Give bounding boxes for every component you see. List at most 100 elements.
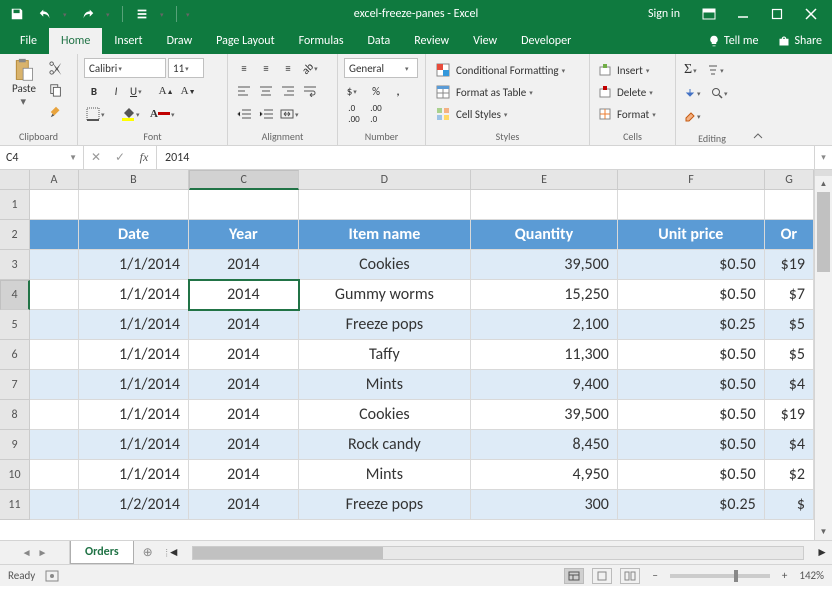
cell-price[interactable]: $0.50 bbox=[618, 430, 765, 460]
borders-button[interactable]: ▾ bbox=[84, 104, 111, 124]
cell-item[interactable]: Rock candy bbox=[299, 430, 471, 460]
cell-date[interactable]: 1/1/2014 bbox=[79, 400, 189, 430]
cell-qty[interactable]: 8,450 bbox=[471, 430, 618, 460]
select-all-corner[interactable] bbox=[0, 170, 30, 190]
table-header[interactable]: Quantity bbox=[471, 220, 618, 250]
align-middle-button[interactable]: ≡ bbox=[256, 58, 276, 78]
col-header-B[interactable]: B bbox=[79, 170, 189, 190]
col-header-F[interactable]: F bbox=[618, 170, 765, 190]
underline-button[interactable]: U▾ bbox=[128, 81, 148, 101]
ribbon-display-button[interactable] bbox=[694, 3, 724, 25]
scroll-right-button[interactable]: ► bbox=[816, 545, 828, 560]
cell-date[interactable]: 1/1/2014 bbox=[79, 250, 189, 280]
bold-button[interactable]: B bbox=[84, 81, 104, 101]
align-bottom-button[interactable]: ≡ bbox=[278, 58, 298, 78]
cell-price[interactable]: $0.25 bbox=[618, 310, 765, 340]
accounting-button[interactable]: $▾ bbox=[344, 81, 364, 101]
decrease-indent-button[interactable] bbox=[234, 104, 254, 124]
cell-ord[interactable]: $4 bbox=[765, 370, 814, 400]
row-header-4[interactable]: 4 bbox=[0, 280, 30, 310]
cell-price[interactable]: $0.50 bbox=[618, 280, 765, 310]
font-name-select[interactable]: Calibri▾ bbox=[84, 58, 166, 78]
cell-item[interactable]: Gummy worms bbox=[299, 280, 471, 310]
tab-view[interactable]: View bbox=[461, 28, 509, 54]
fill-color-button[interactable]: ▾ bbox=[119, 104, 146, 124]
cell-item[interactable]: Mints bbox=[299, 370, 471, 400]
zoom-slider[interactable] bbox=[670, 574, 770, 578]
col-header-A[interactable]: A bbox=[30, 170, 79, 190]
align-center-button[interactable] bbox=[256, 81, 276, 101]
cell-item[interactable]: Cookies bbox=[299, 250, 471, 280]
align-right-button[interactable] bbox=[278, 81, 298, 101]
number-format-select[interactable]: General▾ bbox=[344, 58, 418, 78]
format-painter-button[interactable] bbox=[46, 102, 66, 122]
cell-price[interactable]: $0.50 bbox=[618, 340, 765, 370]
cells-insert-button[interactable]: Insert▾ bbox=[596, 60, 669, 80]
row-header-10[interactable]: 10 bbox=[0, 460, 30, 490]
insert-function-button[interactable]: fx bbox=[132, 150, 156, 165]
cell[interactable] bbox=[30, 190, 79, 220]
cell-price[interactable]: $0.50 bbox=[618, 370, 765, 400]
col-header-E[interactable]: E bbox=[471, 170, 618, 190]
horizontal-scrollbar[interactable] bbox=[192, 546, 804, 560]
zoom-out-button[interactable]: − bbox=[648, 569, 661, 582]
align-top-button[interactable]: ≡ bbox=[234, 58, 254, 78]
cell-price[interactable]: $0.50 bbox=[618, 250, 765, 280]
col-header-C[interactable]: C bbox=[189, 170, 299, 190]
row-header-5[interactable]: 5 bbox=[0, 310, 30, 340]
cell-year[interactable]: 2014 bbox=[189, 370, 299, 400]
name-box[interactable]: C4 ▼ bbox=[0, 146, 84, 169]
cell-qty[interactable]: 39,500 bbox=[471, 400, 618, 430]
row-header-6[interactable]: 6 bbox=[0, 340, 30, 370]
cell-date[interactable]: 1/1/2014 bbox=[79, 280, 189, 310]
cell-year[interactable]: 2014 bbox=[189, 250, 299, 280]
cell-date[interactable]: 1/1/2014 bbox=[79, 430, 189, 460]
cell[interactable] bbox=[30, 220, 79, 250]
cell-ord[interactable]: $5 bbox=[765, 310, 814, 340]
expand-formula-bar-button[interactable]: ▾ bbox=[814, 146, 832, 169]
tab-page-layout[interactable]: Page Layout bbox=[204, 28, 286, 54]
cell-year[interactable]: 2014 bbox=[189, 310, 299, 340]
cell-date[interactable]: 1/1/2014 bbox=[79, 310, 189, 340]
cell-date[interactable]: 1/1/2014 bbox=[79, 370, 189, 400]
copy-button[interactable] bbox=[46, 80, 66, 100]
tab-formulas[interactable]: Formulas bbox=[287, 28, 356, 54]
tab-review[interactable]: Review bbox=[402, 28, 461, 54]
close-button[interactable] bbox=[796, 3, 826, 25]
qat-extra-button[interactable] bbox=[131, 3, 153, 25]
cell-item[interactable]: Freeze pops bbox=[299, 490, 471, 520]
cell[interactable] bbox=[189, 190, 299, 220]
hscroll-thumb[interactable] bbox=[193, 547, 383, 559]
cell[interactable] bbox=[30, 310, 79, 340]
tab-insert[interactable]: Insert bbox=[102, 28, 154, 54]
cell-ord[interactable]: $19 bbox=[765, 250, 814, 280]
macro-recorder-icon[interactable] bbox=[45, 570, 59, 582]
row-header-1[interactable]: 1 bbox=[0, 190, 30, 220]
merge-button[interactable]: ▾ bbox=[278, 104, 305, 124]
comma-button[interactable]: , bbox=[388, 81, 408, 101]
table-header[interactable]: Or bbox=[765, 220, 814, 250]
undo-dropdown-icon[interactable]: ▾ bbox=[63, 10, 71, 19]
increase-decimal-button[interactable]: .0.00 bbox=[344, 104, 364, 124]
col-header-G[interactable]: G bbox=[765, 170, 814, 190]
cell[interactable] bbox=[765, 190, 814, 220]
formula-bar-input[interactable]: 2014 bbox=[157, 146, 814, 169]
cell-date[interactable]: 1/1/2014 bbox=[79, 340, 189, 370]
cell-ord[interactable]: $5 bbox=[765, 340, 814, 370]
cell-price[interactable]: $0.25 bbox=[618, 490, 765, 520]
cell-qty[interactable]: 300 bbox=[471, 490, 618, 520]
row-header-11[interactable]: 11 bbox=[0, 490, 30, 520]
zoom-slider-thumb[interactable] bbox=[734, 570, 738, 582]
row-header-9[interactable]: 9 bbox=[0, 430, 30, 460]
cell-year[interactable]: 2014 bbox=[189, 280, 299, 310]
tell-me[interactable]: Tell me bbox=[698, 28, 769, 54]
clear-button[interactable]: ▾ bbox=[682, 106, 707, 126]
cell-qty[interactable]: 39,500 bbox=[471, 250, 618, 280]
cell[interactable] bbox=[79, 190, 189, 220]
paste-button[interactable]: Paste ▾ bbox=[6, 58, 42, 108]
cell-item[interactable]: Cookies bbox=[299, 400, 471, 430]
wrap-text-button[interactable] bbox=[300, 81, 320, 101]
conditional-formatting-button[interactable]: Conditional Formatting▾ bbox=[432, 60, 583, 80]
collapse-ribbon-button[interactable] bbox=[748, 54, 768, 145]
cell-item[interactable]: Freeze pops bbox=[299, 310, 471, 340]
